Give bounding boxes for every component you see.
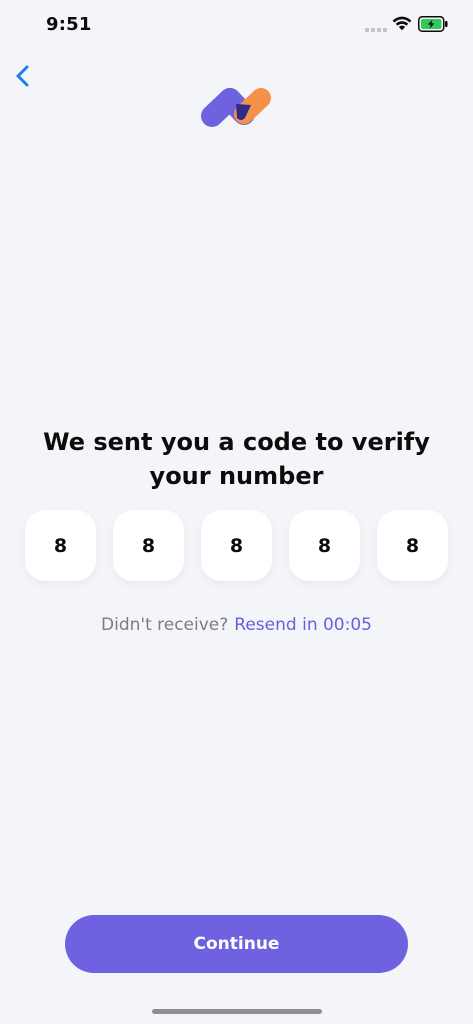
resend-link[interactable]: Resend in 00:05 xyxy=(234,615,372,635)
wifi-icon xyxy=(392,16,412,31)
chevron-left-icon xyxy=(16,65,29,87)
continue-button[interactable]: Continue xyxy=(65,915,408,973)
home-indicator xyxy=(152,1009,322,1014)
resend-prompt: Didn't receive? xyxy=(101,615,229,635)
brand-logo xyxy=(201,88,271,127)
code-digit-3[interactable]: 8 xyxy=(201,510,272,581)
cellular-signal-icon xyxy=(365,28,387,32)
code-digit-4[interactable]: 8 xyxy=(289,510,360,581)
code-input-group: 8 8 8 8 8 xyxy=(25,510,448,582)
code-digit-5[interactable]: 8 xyxy=(377,510,448,581)
code-digit-1[interactable]: 8 xyxy=(25,510,96,581)
status-bar: 9:51 xyxy=(0,0,473,50)
battery-charging-icon xyxy=(418,16,448,32)
verification-headline: We sent you a code to verify your number xyxy=(43,428,430,490)
status-time: 9:51 xyxy=(46,14,92,35)
resend-row: Didn't receive? Resend in 00:05 xyxy=(0,613,473,637)
code-digit-2[interactable]: 8 xyxy=(113,510,184,581)
back-button[interactable] xyxy=(8,58,40,94)
